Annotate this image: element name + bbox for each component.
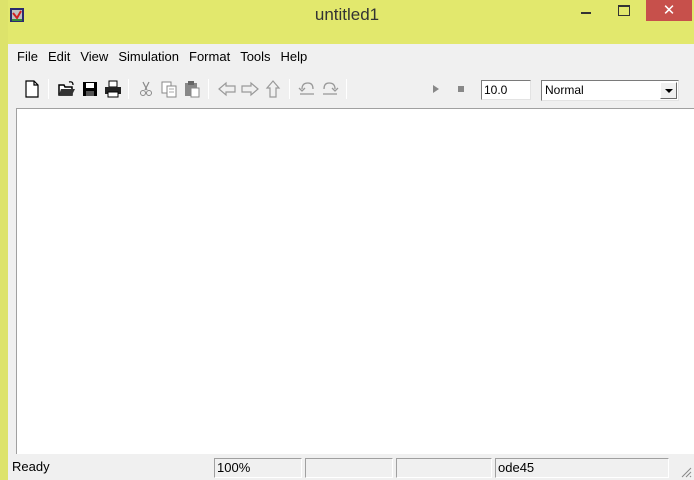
- menu-help[interactable]: Help: [276, 47, 313, 67]
- status-field: [305, 458, 393, 478]
- open-icon[interactable]: [57, 79, 77, 99]
- model-canvas[interactable]: [16, 108, 694, 454]
- menu-tools[interactable]: Tools: [235, 47, 275, 67]
- simulation-mode-value: Normal: [545, 83, 584, 97]
- copy-icon[interactable]: [159, 79, 179, 99]
- toolbar-separator: [128, 79, 129, 99]
- chevron-down-icon[interactable]: [660, 82, 677, 99]
- toolbar: Normal: [8, 68, 694, 104]
- toolbar-separator: [208, 79, 209, 99]
- toolbar-separator: [48, 79, 49, 99]
- status-state: Ready: [12, 459, 50, 474]
- menu-file[interactable]: File: [12, 47, 43, 67]
- menu-bar: File Edit View Simulation Format Tools H…: [8, 46, 694, 68]
- redo-icon[interactable]: [320, 79, 340, 99]
- minimize-button[interactable]: [573, 0, 600, 22]
- status-zoom: 100%: [214, 458, 302, 478]
- status-field: [396, 458, 492, 478]
- simulation-mode-select[interactable]: Normal: [541, 80, 679, 101]
- play-icon[interactable]: [426, 79, 446, 99]
- stop-time-input[interactable]: [481, 80, 531, 100]
- simulink-window: untitled1 ✕ File Edit View Simulation Fo…: [0, 0, 694, 480]
- status-bar: Ready 100% ode45: [8, 456, 694, 480]
- close-icon: ✕: [662, 1, 676, 19]
- close-button[interactable]: ✕: [646, 0, 692, 21]
- toolbar-separator: [346, 79, 347, 99]
- stop-icon[interactable]: [451, 79, 471, 99]
- print-icon[interactable]: [103, 79, 123, 99]
- forward-icon[interactable]: [240, 79, 260, 99]
- menu-view[interactable]: View: [75, 47, 113, 67]
- toolbar-separator: [289, 79, 290, 99]
- menu-simulation[interactable]: Simulation: [113, 47, 184, 67]
- new-icon[interactable]: [22, 79, 42, 99]
- paste-icon[interactable]: [182, 79, 202, 99]
- menu-format[interactable]: Format: [184, 47, 235, 67]
- menu-edit[interactable]: Edit: [43, 47, 75, 67]
- undo-icon[interactable]: [297, 79, 317, 99]
- window-frame-left: [0, 0, 8, 480]
- up-icon[interactable]: [263, 79, 283, 99]
- back-icon[interactable]: [217, 79, 237, 99]
- cut-icon[interactable]: [136, 79, 156, 99]
- resize-grip-icon[interactable]: [680, 466, 692, 478]
- title-bar[interactable]: untitled1 ✕: [0, 0, 694, 44]
- status-solver: ode45: [495, 458, 669, 478]
- save-icon[interactable]: [80, 79, 100, 99]
- maximize-button[interactable]: [610, 0, 637, 22]
